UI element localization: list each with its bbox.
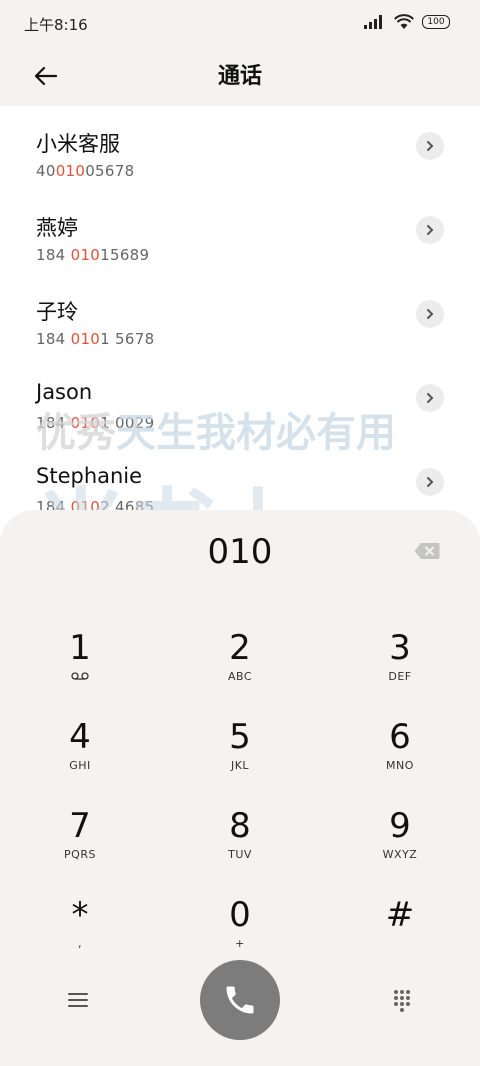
dialed-number: 010 — [207, 532, 273, 572]
keypad-toggle-button[interactable] — [390, 988, 414, 1014]
contact-name: 小米客服 — [36, 132, 120, 156]
contact-item[interactable]: Jason 184 0101 0029 — [0, 358, 480, 442]
battery-icon: 100 — [422, 15, 450, 29]
contact-details-button[interactable] — [416, 384, 444, 412]
menu-button[interactable] — [62, 988, 94, 1012]
contact-name: 子玲 — [36, 300, 78, 324]
dial-key-5[interactable]: 5 JKL — [175, 717, 305, 797]
contact-number: 184 0101 5678 — [36, 330, 155, 348]
dial-key-8[interactable]: 8 TUV — [175, 806, 305, 886]
backspace-icon — [414, 543, 440, 559]
contact-name: Jason — [36, 380, 93, 404]
contact-details-button[interactable] — [416, 216, 444, 244]
menu-icon — [68, 993, 88, 1007]
voicemail-icon — [15, 670, 145, 683]
contact-item[interactable]: 子玲 184 0101 5678 — [0, 274, 480, 358]
status-icons: 100 — [364, 14, 450, 30]
contact-details-button[interactable] — [416, 132, 444, 160]
call-button[interactable] — [200, 960, 280, 1040]
contact-item[interactable]: 小米客服 4001005678 — [0, 106, 480, 190]
status-bar: 上午8:16 100 — [0, 0, 480, 46]
page-title: 通话 — [217, 64, 262, 89]
contact-details-button[interactable] — [416, 300, 444, 328]
contact-number: 184 0101 0029 — [36, 414, 155, 432]
wifi-icon — [394, 14, 414, 29]
phone-icon — [226, 986, 254, 1014]
dial-key-2[interactable]: 2 ABC — [175, 628, 305, 708]
contact-name: Stephanie — [36, 464, 143, 488]
contact-details-button[interactable] — [416, 468, 444, 496]
dialpad-icon — [394, 990, 410, 1012]
signal-icon — [364, 15, 382, 29]
dial-key-3[interactable]: 3 DEF — [335, 628, 465, 708]
chevron-right-icon — [427, 309, 434, 319]
chevron-right-icon — [427, 141, 434, 151]
bottom-action-bar — [0, 960, 480, 1040]
chevron-right-icon — [427, 477, 434, 487]
status-time: 上午8:16 — [24, 16, 88, 34]
contact-number: 4001005678 — [36, 162, 135, 180]
chevron-right-icon — [427, 393, 434, 403]
dial-key-9[interactable]: 9 WXYZ — [335, 806, 465, 886]
header: 通话 — [0, 46, 480, 106]
dial-key-4[interactable]: 4 GHI — [15, 717, 145, 797]
contact-item[interactable]: 燕婷 184 01015689 — [0, 190, 480, 274]
dial-key-6[interactable]: 6 MNO — [335, 717, 465, 797]
dialpad-panel: 010 1 2 ABC 3 DEF 4 GHI 5 JKL 6 MNO 7 PQ… — [0, 510, 480, 1066]
dial-key-1[interactable]: 1 — [15, 628, 145, 708]
chevron-right-icon — [427, 225, 434, 235]
dial-key-7[interactable]: 7 PQRS — [15, 806, 145, 886]
backspace-button[interactable] — [414, 542, 440, 560]
contact-list: 小米客服 4001005678 燕婷 184 01015689 子玲 184 0… — [0, 106, 480, 526]
contact-name: 燕婷 — [36, 216, 78, 240]
contact-number: 184 01015689 — [36, 246, 150, 264]
